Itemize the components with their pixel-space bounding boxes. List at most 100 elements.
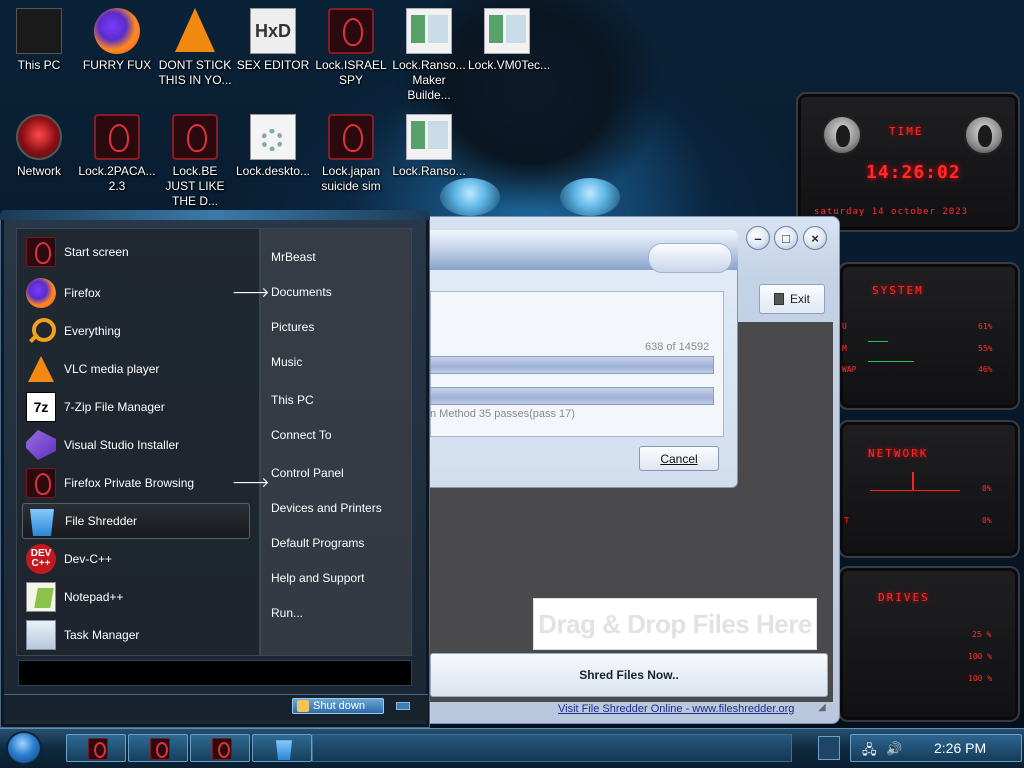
desktop-icon-lock-japan[interactable]: Lock.japan suicide sim bbox=[312, 114, 390, 194]
progress-count: 638 of 14592 bbox=[645, 341, 709, 353]
start-item-firefox[interactable]: Firefox 🡒 bbox=[22, 275, 270, 311]
start-item-vlc[interactable]: VLC media player bbox=[22, 351, 250, 387]
desktop-icon-furry-fux[interactable]: FURRY FUX bbox=[78, 8, 156, 73]
start-link-devices-printers[interactable]: Devices and Printers bbox=[271, 501, 382, 515]
shutdown-label: Shut down bbox=[313, 700, 365, 712]
progress-separator: of bbox=[666, 341, 676, 353]
network-row-value: 0% bbox=[982, 484, 992, 493]
pass-progress-bar bbox=[430, 387, 714, 405]
desktop-icon-this-pc[interactable]: This PC bbox=[0, 8, 78, 73]
alien-icon bbox=[26, 468, 56, 498]
firefox-icon bbox=[94, 8, 140, 54]
start-link-help-support[interactable]: Help and Support bbox=[271, 571, 364, 585]
start-item-file-shredder[interactable]: File Shredder bbox=[22, 503, 250, 539]
start-item-start-screen[interactable]: Start screen bbox=[22, 234, 250, 270]
desktop-icon-lock-ranso[interactable]: Lock.Ranso... bbox=[390, 114, 468, 179]
start-link-run[interactable]: Run... bbox=[271, 606, 303, 620]
start-link-music[interactable]: Music bbox=[271, 355, 302, 369]
maximize-button[interactable]: □ bbox=[774, 226, 798, 250]
start-button[interactable] bbox=[6, 731, 42, 765]
7zip-icon: 7z bbox=[26, 392, 56, 422]
desktop-icon-lock-deskto[interactable]: Lock.deskto... bbox=[234, 114, 312, 179]
exit-button[interactable]: Exit bbox=[759, 284, 825, 314]
wallpaper-eye-left bbox=[440, 178, 500, 216]
network-icon bbox=[16, 114, 62, 160]
start-link-documents[interactable]: Documents bbox=[271, 285, 332, 299]
desktop-icon-label: Lock.deskto... bbox=[235, 164, 311, 178]
start-item-vs-installer[interactable]: Visual Studio Installer bbox=[22, 427, 250, 463]
desktop-icon-label: FURRY FUX bbox=[82, 58, 152, 72]
taskbar-app-file-shredder[interactable] bbox=[252, 734, 312, 762]
close-button[interactable]: × bbox=[803, 226, 827, 250]
start-link-control-panel[interactable]: Control Panel bbox=[271, 466, 344, 480]
taskbar-app-lock-1[interactable] bbox=[66, 734, 126, 762]
desktop-icon-label: Lock.2PACA... 2.3 bbox=[78, 164, 156, 193]
desktop-icon-lock-2paca[interactable]: Lock.2PACA... 2.3 bbox=[78, 114, 156, 194]
desktop-icon-vlc-shortcut[interactable]: DONT STICK THIS IN YO... bbox=[156, 8, 234, 88]
submenu-arrow-icon: 🡒 bbox=[232, 474, 270, 490]
cancel-button[interactable]: Cancel bbox=[639, 446, 719, 471]
desktop-icon-lock-israel-spy[interactable]: Lock.ISRAEL SPY bbox=[312, 8, 390, 88]
system-row-label: U bbox=[842, 322, 847, 331]
desktop-icon-label: DONT STICK THIS IN YO... bbox=[158, 58, 232, 87]
alien-icon bbox=[212, 738, 232, 760]
desktop-icon-label: Network bbox=[16, 164, 61, 178]
network-row-value: 0% bbox=[982, 516, 992, 525]
alien-badge-icon bbox=[964, 115, 1004, 155]
system-row-label: M bbox=[842, 344, 847, 353]
start-item-task-manager[interactable]: Task Manager bbox=[22, 617, 250, 653]
shutdown-button[interactable]: Shut down bbox=[292, 698, 384, 714]
file-progress-bar bbox=[430, 356, 714, 374]
hxd-icon: HxD bbox=[250, 8, 296, 54]
start-link-connect-to[interactable]: Connect To bbox=[271, 428, 332, 442]
drives-gadget[interactable] bbox=[838, 566, 1020, 722]
start-item-notepadpp[interactable]: Notepad++ bbox=[22, 579, 250, 615]
show-desktop-button[interactable] bbox=[818, 736, 840, 760]
settings-file-icon bbox=[250, 114, 296, 160]
taskbar-clock[interactable]: 2:26 PM bbox=[934, 740, 986, 756]
search-icon bbox=[26, 316, 56, 346]
shred-files-button[interactable]: Shred Files Now.. bbox=[430, 653, 828, 697]
desktop-icon-lock-be-just-like[interactable]: Lock.BE JUST LIKE THE D... bbox=[156, 114, 234, 209]
start-link-default-programs[interactable]: Default Programs bbox=[271, 536, 364, 550]
desktop-icon-network[interactable]: Network bbox=[0, 114, 78, 179]
desktop-icon-lock-ranso-maker[interactable]: Lock.Ranso... Maker Builde... bbox=[390, 8, 468, 103]
dialog-caption-buttons[interactable] bbox=[648, 243, 732, 273]
taskbar-app-lock-2[interactable] bbox=[128, 734, 188, 762]
start-item-firefox-private[interactable]: Firefox Private Browsing 🡒 bbox=[22, 465, 270, 501]
network-gadget[interactable] bbox=[838, 420, 1020, 558]
start-item-devcpp[interactable]: DEV C++ Dev-C++ bbox=[22, 541, 250, 577]
drop-zone[interactable]: Drag & Drop Files Here bbox=[533, 598, 817, 650]
shutdown-options-button[interactable] bbox=[396, 702, 410, 710]
desktop-icon-sex-editor[interactable]: HxD SEX EDITOR bbox=[234, 8, 312, 73]
start-item-everything[interactable]: Everything bbox=[22, 313, 250, 349]
network-tray-icon[interactable]: 🖧 bbox=[862, 741, 877, 763]
system-row-value: 46% bbox=[978, 365, 993, 374]
start-item-label: VLC media player bbox=[64, 362, 160, 376]
system-gadget[interactable] bbox=[838, 262, 1020, 410]
start-search-box[interactable] bbox=[18, 660, 412, 686]
start-link-pictures[interactable]: Pictures bbox=[271, 320, 314, 334]
start-link-mrbeast[interactable]: MrBeast bbox=[271, 250, 316, 264]
system-graph-line bbox=[868, 341, 888, 342]
volume-icon[interactable]: 🔊 bbox=[886, 741, 902, 757]
desktop-icon-lock-vm0tec[interactable]: Lock.VM0Tec... bbox=[468, 8, 550, 73]
start-item-label: File Shredder bbox=[65, 514, 138, 528]
resize-grip-icon[interactable]: ◢ bbox=[818, 702, 830, 714]
method-status: n Method 35 passes(pass 17) bbox=[430, 408, 575, 420]
website-link[interactable]: Visit File Shredder Online - www.fileshr… bbox=[558, 703, 794, 715]
network-graph-spike bbox=[912, 472, 914, 490]
drop-zone-text: Drag & Drop Files Here bbox=[538, 608, 812, 639]
alien-icon bbox=[26, 237, 56, 267]
cancel-button-label: Cancel bbox=[660, 451, 698, 466]
progress-current: 638 bbox=[645, 341, 664, 353]
minimize-button[interactable]: – bbox=[746, 226, 770, 250]
network-gadget-title: NETWORK bbox=[868, 447, 929, 460]
start-item-label: Notepad++ bbox=[64, 590, 124, 604]
shutdown-icon bbox=[297, 700, 309, 712]
taskbar-app-lock-3[interactable] bbox=[190, 734, 250, 762]
system-row-value: 61% bbox=[978, 322, 993, 331]
start-item-7zip[interactable]: 7z 7-Zip File Manager bbox=[22, 389, 250, 425]
start-link-this-pc[interactable]: This PC bbox=[271, 393, 314, 407]
time-gadget-clock: 14:26:02 bbox=[866, 162, 961, 183]
